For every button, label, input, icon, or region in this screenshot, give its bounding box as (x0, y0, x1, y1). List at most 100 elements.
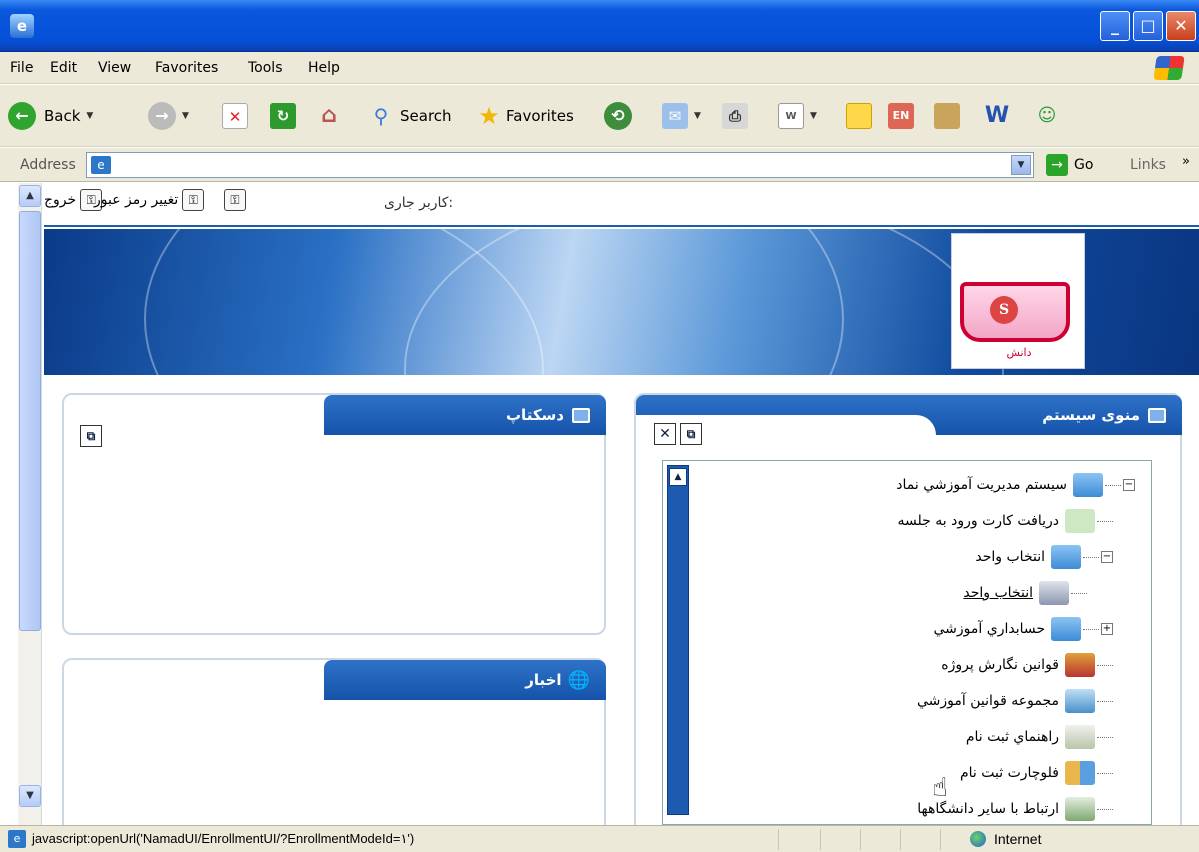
tree-item-course-selection-link[interactable]: انتخاب واحد (963, 581, 1087, 605)
address-dropdown-icon[interactable]: ▼ (1011, 155, 1031, 175)
history-button[interactable]: ⟲ (604, 99, 632, 133)
tree-item-registration-flowchart[interactable]: فلوچارت ثبت نام (960, 761, 1113, 785)
minimize-button[interactable]: _ (1100, 11, 1130, 41)
printer-icon: ⎙ (722, 103, 748, 129)
tree-item-label: ارتباط با ساير دانشگاهها (917, 801, 1059, 817)
tree-connector (1097, 808, 1113, 810)
user-toolbar: خروج ⚿ تغییر رمز عبور ⚿ ⚿ کاربر جاری: (44, 183, 1199, 227)
go-button[interactable]: → Go (1046, 154, 1093, 176)
search-button[interactable]: ⚲ Search (368, 99, 452, 133)
edit-dropdown-icon[interactable]: ▼ (810, 111, 817, 121)
change-password-label: تغییر رمز عبور (94, 192, 179, 208)
banner-arc-decoration (404, 229, 1004, 375)
word-button[interactable]: W (984, 99, 1010, 133)
key-icon: ⚿ (224, 189, 246, 211)
address-bar: Address e ▼ → Go Links » (0, 148, 1199, 182)
research-button[interactable]: EN (888, 99, 914, 133)
address-input[interactable]: e ▼ (86, 152, 1034, 178)
site-logo: S دانش (951, 233, 1085, 369)
edit-page-icon: W (778, 103, 804, 129)
scroll-up-icon[interactable]: ▲ (19, 185, 41, 207)
collapse-icon[interactable]: − (1101, 551, 1113, 563)
tree-item-label: حسابداري آموزشي (933, 621, 1046, 637)
back-dropdown-icon[interactable]: ▼ (86, 111, 93, 121)
tree-item-project-rules[interactable]: قوانین نگارش پروژه (941, 653, 1113, 677)
menu-favorites[interactable]: Favorites (155, 60, 218, 76)
media-icon (934, 103, 960, 129)
tree-item-education-rules[interactable]: مجموعه قوانين آموزشي (917, 689, 1113, 713)
tree-scrollbar[interactable]: ▲ (667, 465, 689, 815)
go-label: Go (1074, 157, 1094, 173)
logout-label: خروج (44, 192, 77, 208)
tree-connector (1083, 628, 1099, 630)
tree-item-namad[interactable]: سيستم مديريت آموزشي نماد − (896, 473, 1135, 497)
toolbar: ← Back ▼ → ▼ ✕ ↻ ⌂ ⚲ Search ★ Favorites … (0, 85, 1199, 147)
status-divider (820, 829, 821, 850)
news-panel-header: اخبار 🌐 (324, 660, 606, 700)
page-content: ▲ ▼ خروج ⚿ تغییر رمز عبور ⚿ ⚿ کاربر جاری… (0, 183, 1199, 825)
favorites-button[interactable]: ★ Favorites (476, 99, 574, 133)
ie-window-icon[interactable]: e (10, 14, 34, 38)
links-chevron-icon[interactable]: » (1182, 154, 1190, 169)
mail-button[interactable]: ✉ ▼ (662, 99, 701, 133)
stop-button[interactable]: ✕ (222, 99, 248, 133)
refresh-button[interactable]: ↻ (270, 99, 296, 133)
search-icon: ⚲ (373, 104, 389, 128)
status-divider (860, 829, 861, 850)
edit-button[interactable]: W ▼ (778, 99, 817, 133)
menu-tools[interactable]: Tools (248, 60, 283, 76)
back-arrow-icon: ← (8, 102, 36, 130)
tree-connector (1105, 484, 1121, 486)
folder-icon (1051, 617, 1081, 641)
monitor-icon (1148, 407, 1166, 423)
change-password-button[interactable]: تغییر رمز عبور ⚿ (94, 189, 205, 211)
restore-panel-button[interactable]: ⧉ (680, 423, 702, 445)
tree-item-label: انتخاب واحد (963, 585, 1033, 601)
links-button[interactable]: Links (1130, 157, 1166, 173)
status-divider (900, 829, 901, 850)
scroll-down-icon[interactable]: ▼ (19, 785, 41, 807)
media-button[interactable] (934, 99, 960, 133)
collapse-icon[interactable]: − (1123, 479, 1135, 491)
expand-icon[interactable]: + (1101, 623, 1113, 635)
maximize-button[interactable]: □ (1133, 11, 1163, 41)
tree-item-accounting[interactable]: حسابداري آموزشي + (933, 617, 1113, 641)
tree-item-registration-guide[interactable]: راهنماي ثبت نام (966, 725, 1113, 749)
menu-tree: ▲ سيستم مديريت آموزشي نماد − دریافت کارت… (662, 460, 1152, 825)
zone-label: Internet (994, 831, 1042, 847)
current-user-label: کاربر جاری: (384, 195, 454, 211)
discuss-button[interactable] (846, 99, 872, 133)
security-zone: Internet (970, 831, 1041, 847)
history-icon: ⟲ (604, 102, 632, 130)
tree-item-course-selection[interactable]: انتخاب واحد − (975, 545, 1113, 569)
tree-item-exam-card[interactable]: دریافت کارت ورود به جلسه (898, 509, 1113, 533)
messenger-button[interactable]: ☺ (1034, 99, 1060, 133)
forward-button[interactable]: → ▼ (148, 99, 189, 133)
book-icon (1065, 653, 1095, 677)
research-icon: EN (888, 103, 914, 129)
menu-help[interactable]: Help (308, 60, 340, 76)
profile-key-button[interactable]: ⚿ (220, 189, 246, 211)
close-button[interactable]: ✕ (1166, 11, 1196, 41)
menu-file[interactable]: File (10, 60, 33, 76)
mail-icon: ✉ (662, 103, 688, 129)
mail-dropdown-icon[interactable]: ▼ (694, 111, 701, 121)
keyboard-icon (1039, 581, 1069, 605)
menu-view[interactable]: View (98, 60, 131, 76)
close-panel-button[interactable]: ✕ (654, 423, 676, 445)
window-titlebar: e _ □ ✕ (0, 0, 1199, 52)
home-button[interactable]: ⌂ (316, 99, 342, 133)
print-button[interactable]: ⎙ (722, 99, 748, 133)
menu-bar: File Edit View Favorites Tools Help (0, 52, 1199, 84)
menu-edit[interactable]: Edit (50, 60, 77, 76)
tree-scroll-up-icon[interactable]: ▲ (669, 468, 687, 486)
tree-connector (1097, 736, 1113, 738)
favorites-label: Favorites (506, 107, 574, 125)
back-button[interactable]: ← Back ▼ (8, 99, 93, 133)
tree-connector (1097, 772, 1113, 774)
forward-dropdown-icon[interactable]: ▼ (182, 111, 189, 121)
vertical-scrollbar[interactable]: ▲ ▼ (18, 183, 42, 825)
restore-button[interactable]: ⧉ (80, 425, 102, 447)
scroll-thumb[interactable] (19, 211, 41, 631)
status-divider (940, 829, 941, 850)
